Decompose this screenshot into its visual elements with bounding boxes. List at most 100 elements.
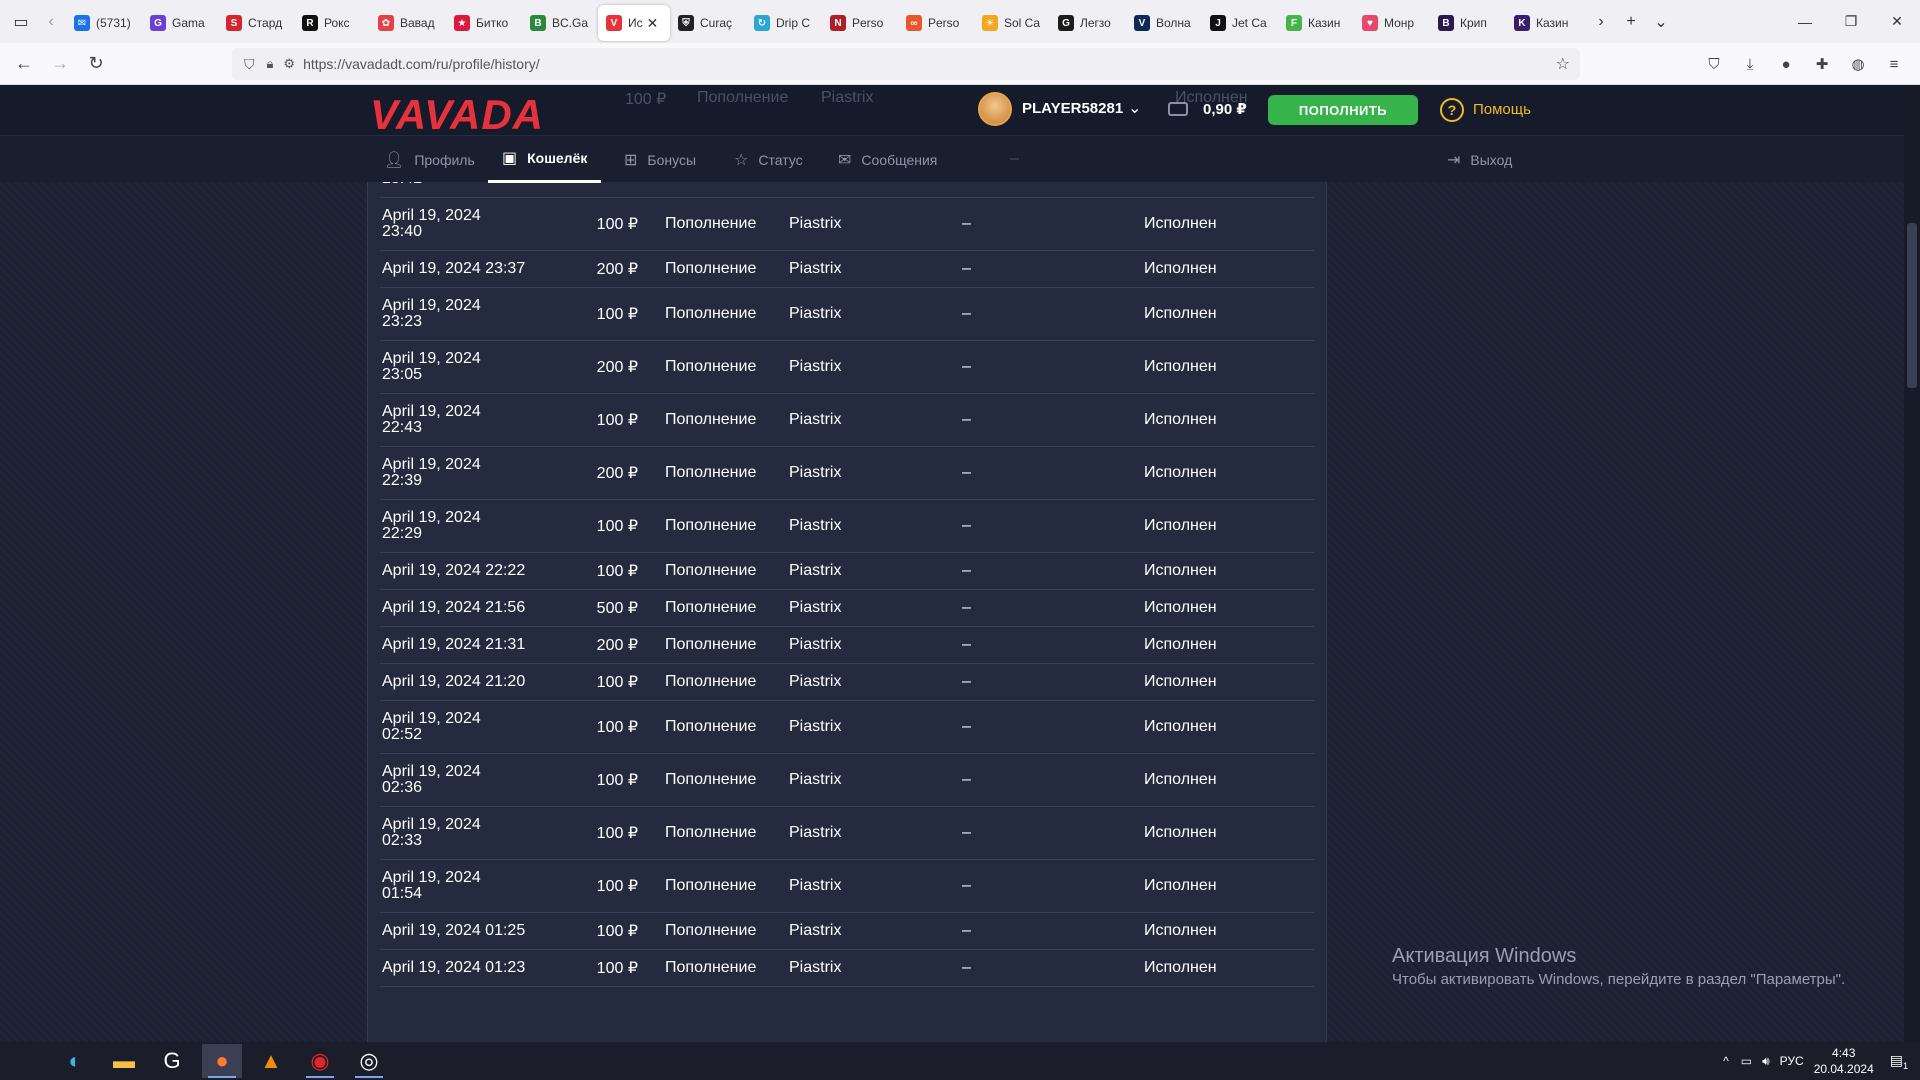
browser-tab[interactable]: B BC.Ga [522, 5, 598, 41]
vpn-globe-icon[interactable]: ◍ [1840, 48, 1876, 80]
vavada-icon: V [606, 15, 622, 31]
transaction-date: April 19, 2024 22:22 [382, 553, 525, 589]
tab-label: Крип [1460, 16, 1487, 30]
pocket-icon[interactable]: ⛉ [1696, 48, 1732, 80]
lock-icon[interactable]: 🔒︎ [267, 56, 274, 72]
browser-tab[interactable]: N Perso [822, 5, 898, 41]
deposit-button[interactable]: ПОПОЛНИТЬ [1268, 95, 1418, 125]
tab-label: Волна [1156, 16, 1191, 30]
bookmark-star-icon[interactable]: ☆ [1556, 54, 1570, 74]
record-icon[interactable]: ◉ [300, 1044, 340, 1078]
permissions-icon[interactable]: ⚙ [283, 56, 295, 72]
browser-tab[interactable]: ☀ Sol Ca [974, 5, 1050, 41]
browser-tab[interactable]: ∞ Perso [898, 5, 974, 41]
browser-tab[interactable]: V Ис ✕ [598, 5, 670, 41]
avatar[interactable] [978, 92, 1012, 126]
browser-tab[interactable]: R Рокс [294, 5, 370, 41]
transaction-type: Пополнение [665, 636, 757, 653]
list-tabs-icon[interactable]: ⌄ [1646, 7, 1676, 37]
time-line: 02:33 [382, 832, 423, 849]
page-scrollbar[interactable] [1904, 85, 1920, 1042]
url-text[interactable]: https://vavadadt.com/ru/profile/history/ [303, 56, 540, 72]
restore-icon[interactable]: ❐ [1828, 0, 1874, 43]
star-icon: ☆ [734, 151, 749, 169]
payment-system: Piastrix [789, 771, 842, 788]
status-text: Исполнен [1144, 411, 1217, 428]
tab-profile[interactable]: 👤︎ Профиль [384, 136, 475, 183]
browser-tab[interactable]: ★ Битко [446, 5, 522, 41]
date-line: April 19, 2024 [382, 816, 481, 833]
menu-icon[interactable]: ≡ [1876, 48, 1912, 80]
notifications-icon[interactable]: ▤1 [1890, 1052, 1908, 1071]
help-link[interactable]: Помощь [1473, 101, 1531, 118]
close-window-icon[interactable]: ✕ [1874, 0, 1920, 43]
transaction-amount: 100 ₽ [596, 923, 638, 940]
help-icon[interactable]: ? [1440, 98, 1464, 122]
payment-system: Piastrix [789, 215, 842, 232]
status-text: Исполнен [1144, 636, 1217, 653]
account-icon[interactable]: ● [1768, 48, 1804, 80]
transaction-amount: 100 ₽ [596, 563, 638, 580]
extensions-icon[interactable]: ✚ [1804, 48, 1840, 80]
scroll-tabs-left-icon[interactable]: ‹ [36, 7, 66, 37]
tab-bonuses[interactable]: ⊞ Бонусы [624, 136, 696, 183]
address-bar[interactable]: ⛉ 🔒︎ ⚙ https://vavadadt.com/ru/profile/h… [232, 48, 1580, 80]
folder-icon[interactable]: ▬ [104, 1044, 144, 1078]
browser-tab[interactable]: V Волна [1126, 5, 1202, 41]
minimize-icon[interactable]: — [1782, 0, 1828, 43]
tab-messages[interactable]: ✉ Сообщения [838, 136, 937, 183]
payment-system: Piastrix [789, 824, 842, 841]
tracking-shield-icon[interactable]: ⛉ [244, 56, 255, 73]
payment-system: Piastrix [789, 718, 842, 735]
scrollbar-thumb[interactable] [1907, 223, 1917, 388]
browser-tab[interactable]: G Легзо [1050, 5, 1126, 41]
vavada-logo[interactable]: VAVADA [370, 91, 544, 139]
browser-tab[interactable]: F Казин [1278, 5, 1354, 41]
reload-icon[interactable]: ↻ [78, 48, 114, 80]
g-app-icon[interactable]: G [152, 1044, 192, 1078]
logout-link[interactable]: ⇥ Выход [1447, 136, 1512, 183]
firefox-icon[interactable]: ● [202, 1044, 242, 1078]
status-text: Исполнен [1144, 260, 1217, 277]
clock[interactable]: 4:43 20.04.2024 [1814, 1045, 1874, 1077]
downloads-icon[interactable]: ⤓ [1732, 48, 1768, 80]
browser-tab[interactable]: ✿ Вавад [370, 5, 446, 41]
transaction-comment: – [962, 824, 971, 841]
browser-tab[interactable]: G Gama [142, 5, 218, 41]
language-indicator[interactable]: РУС [1780, 1054, 1804, 1068]
new-tab-icon[interactable]: + [1616, 7, 1646, 37]
volume-icon[interactable]: 🔊︎ [1762, 1054, 1770, 1069]
edge-icon[interactable]: ◐ [55, 1044, 95, 1078]
date-text: April 19, 2024 02:33 [382, 817, 481, 849]
transaction-comment: – [962, 599, 971, 616]
browser-tab[interactable]: K Казин [1506, 5, 1582, 41]
bcgame-icon: B [530, 15, 546, 31]
transaction-amount: 100 ₽ [596, 825, 638, 842]
table-row: April 19, 2024 23:40 100 ₽ Пополнение Piastr… [380, 198, 1314, 251]
network-icon[interactable]: ▭ [1741, 1054, 1752, 1068]
transaction-comment: – [962, 464, 971, 481]
chevron-down-icon[interactable]: ⌄ [1128, 98, 1141, 118]
browser-tab[interactable]: S Стард [218, 5, 294, 41]
tab-overview-icon[interactable]: ▭ [6, 7, 36, 37]
table-row: April 19, 2024 21:20 100 ₽ Пополнение Piast… [380, 664, 1314, 701]
browser-tab[interactable]: J Jet Ca [1202, 5, 1278, 41]
close-tab-icon[interactable]: ✕ [647, 15, 659, 32]
tab-status[interactable]: ☆ Статус [734, 136, 803, 183]
table-row: April 19, 2024 02:36 100 ₽ Пополнение Piastr… [380, 754, 1314, 807]
transaction-date: April 19, 2024 01:54 [382, 860, 522, 912]
browser-tab[interactable]: ✉ (5731) [66, 5, 142, 41]
browser-tab[interactable]: ♥ Монр [1354, 5, 1430, 41]
browser-tab[interactable]: ⛨ Curaç [670, 5, 746, 41]
browser-tab[interactable]: B Крип [1430, 5, 1506, 41]
obs-icon[interactable]: ◎ [349, 1044, 389, 1078]
forward-icon[interactable]: → [42, 48, 78, 80]
tray-expand-icon[interactable]: ^ [1723, 1054, 1729, 1068]
status-text: Исполнен [1144, 673, 1217, 690]
scroll-tabs-right-icon[interactable]: › [1586, 7, 1616, 37]
player-name[interactable]: PLAYER58281 [1022, 100, 1123, 117]
vlc-icon[interactable]: ▲ [251, 1044, 291, 1078]
tab-wallet[interactable]: ▣ Кошелёк [488, 136, 602, 183]
browser-tab[interactable]: ↻ Drip C [746, 5, 822, 41]
back-icon[interactable]: ← [6, 48, 42, 80]
